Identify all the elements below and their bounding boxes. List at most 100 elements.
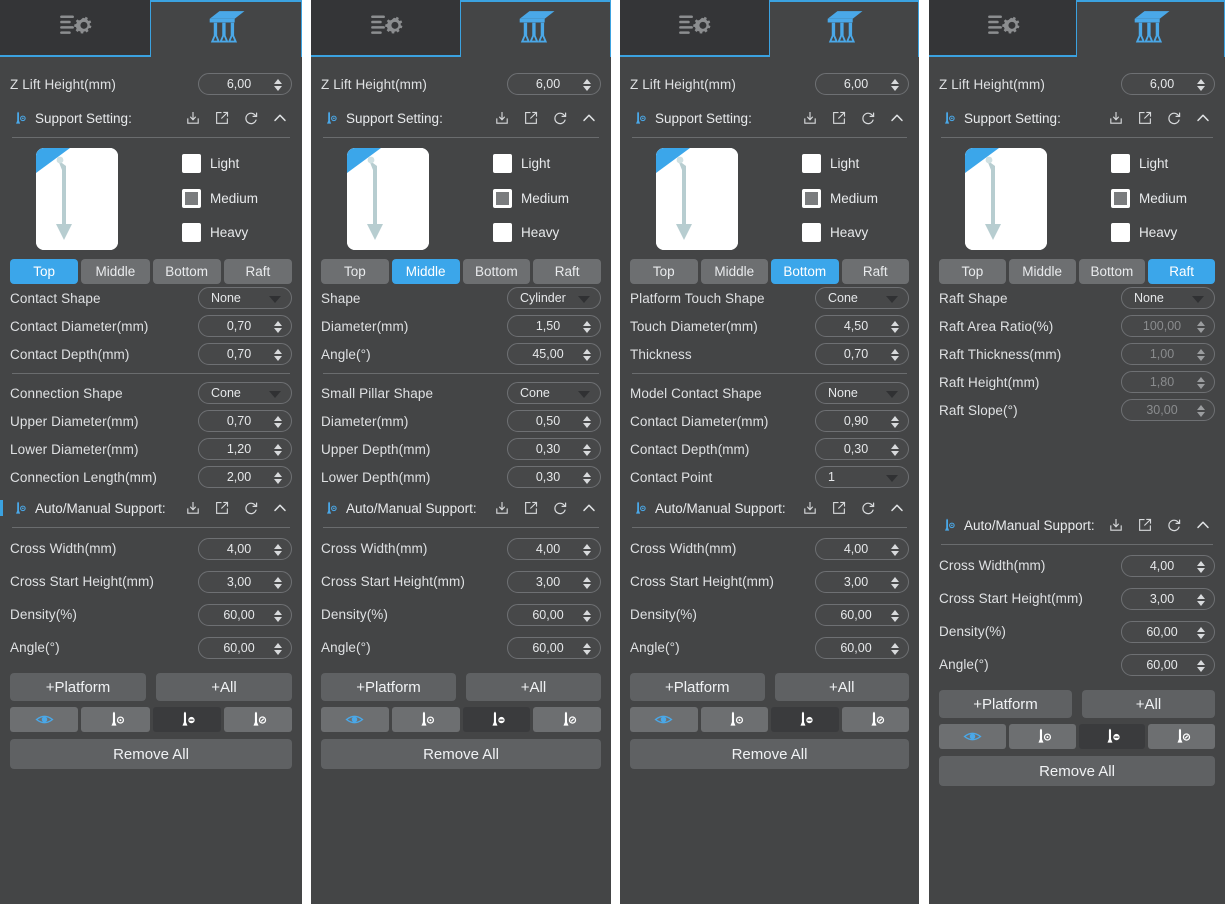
collapse-chevron-up-icon[interactable] (272, 500, 288, 516)
export-icon[interactable] (831, 500, 847, 516)
import-icon[interactable] (494, 500, 510, 516)
spinner-z-lift-height[interactable]: 6,00 (815, 73, 909, 95)
checkbox-light[interactable]: Light (802, 154, 878, 173)
spinner-arrows[interactable] (583, 76, 592, 94)
show-supports-eye-icon[interactable] (630, 707, 698, 732)
spinner-arrows[interactable] (583, 607, 592, 625)
reset-icon[interactable] (552, 110, 568, 126)
collapse-chevron-up-icon[interactable] (581, 500, 597, 516)
add-support-icon[interactable] (391, 707, 460, 732)
checkbox-box[interactable] (802, 188, 821, 208)
tab-middle[interactable]: Middle (700, 259, 768, 284)
tab-raft[interactable]: Raft (841, 259, 909, 284)
collapse-chevron-up-icon[interactable] (1195, 110, 1211, 126)
spinner-arrows[interactable] (583, 640, 592, 658)
tab-raft[interactable]: Raft (223, 259, 292, 284)
checkbox-box[interactable] (182, 188, 201, 208)
spinner-arrows[interactable] (274, 441, 283, 459)
import-icon[interactable] (185, 110, 201, 126)
spinner-upper-diameter-mm[interactable]: 0,70 (198, 410, 292, 432)
reset-icon[interactable] (860, 500, 876, 516)
edit-support-icon[interactable] (1148, 724, 1215, 749)
collapse-chevron-up-icon[interactable] (1195, 517, 1211, 533)
add-support-icon[interactable] (700, 707, 768, 732)
support-settings-tab[interactable] (768, 0, 919, 57)
collapse-chevron-up-icon[interactable] (889, 110, 905, 126)
spinner-arrows[interactable] (891, 413, 900, 431)
spinner-arrows[interactable] (583, 441, 592, 459)
spinner-cross-start-height-mm[interactable]: 3,00 (507, 570, 601, 593)
tab-top[interactable]: Top (939, 259, 1006, 284)
spinner-arrows[interactable] (891, 607, 900, 625)
tab-raft[interactable]: Raft (1148, 259, 1215, 284)
checkbox-light[interactable]: Light (493, 154, 569, 173)
spinner-arrows[interactable] (583, 574, 592, 592)
spinner-contact-depth-mm[interactable]: 0,30 (815, 438, 909, 460)
combo-contact-shape[interactable]: None (198, 287, 292, 309)
delete-support-icon[interactable] (462, 707, 531, 732)
spinner-arrows[interactable] (1197, 591, 1206, 609)
checkbox-box[interactable] (182, 223, 201, 242)
tab-bottom[interactable]: Bottom (462, 259, 531, 284)
spinner-z-lift-height[interactable]: 6,00 (507, 73, 601, 95)
spinner-cross-width-mm[interactable]: 4,00 (198, 537, 292, 560)
tab-top[interactable]: Top (10, 259, 79, 284)
add-platform-button[interactable]: +Platform (10, 673, 146, 701)
import-icon[interactable] (1108, 517, 1124, 533)
import-icon[interactable] (1108, 110, 1124, 126)
show-supports-eye-icon[interactable] (939, 724, 1006, 749)
tab-raft[interactable]: Raft (533, 259, 601, 284)
checkbox-box[interactable] (493, 154, 512, 173)
spinner-contact-depth-mm[interactable]: 0,70 (198, 343, 292, 365)
tab-bottom[interactable]: Bottom (152, 259, 221, 284)
spinner-cross-start-height-mm[interactable]: 3,00 (1121, 587, 1215, 610)
spinner-arrows[interactable] (274, 76, 283, 94)
add-all-button[interactable]: +All (466, 673, 601, 701)
tab-middle[interactable]: Middle (1008, 259, 1076, 284)
print-settings-tab[interactable] (620, 0, 769, 57)
spinner-arrows[interactable] (274, 607, 283, 625)
spinner-arrows[interactable] (891, 574, 900, 592)
checkbox-box[interactable] (802, 223, 821, 242)
spinner-angle[interactable]: 45,00 (507, 343, 601, 365)
checkbox-box[interactable] (493, 188, 512, 208)
spinner-arrows[interactable] (274, 640, 283, 658)
checkbox-medium[interactable]: Medium (802, 188, 878, 208)
spinner-thickness[interactable]: 0,70 (815, 343, 909, 365)
spinner-arrows[interactable] (891, 640, 900, 658)
spinner-arrows[interactable] (274, 346, 283, 364)
spinner-arrows[interactable] (583, 541, 592, 559)
spinner-arrows[interactable] (1197, 558, 1206, 576)
support-settings-tab[interactable] (460, 0, 611, 57)
export-icon[interactable] (1137, 517, 1153, 533)
combo-platform-touch-shape[interactable]: Cone (815, 287, 909, 309)
combo-connection-shape[interactable]: Cone (198, 382, 292, 404)
spinner-arrows[interactable] (891, 346, 900, 364)
remove-all-button[interactable]: Remove All (10, 739, 292, 769)
spinner-cross-start-height-mm[interactable]: 3,00 (815, 570, 909, 593)
export-icon[interactable] (523, 500, 539, 516)
spinner-cross-width-mm[interactable]: 4,00 (815, 537, 909, 560)
spinner-diameter-mm[interactable]: 0,50 (507, 410, 601, 432)
spinner-arrows[interactable] (891, 541, 900, 559)
checkbox-box[interactable] (1111, 154, 1130, 173)
spinner-contact-diameter-mm[interactable]: 0,70 (198, 315, 292, 337)
reset-icon[interactable] (243, 110, 259, 126)
combo-raft-shape[interactable]: None (1121, 287, 1215, 309)
spinner-arrows[interactable] (1197, 76, 1206, 94)
remove-all-button[interactable]: Remove All (321, 739, 601, 769)
spinner-arrows[interactable] (891, 76, 900, 94)
import-icon[interactable] (185, 500, 201, 516)
export-icon[interactable] (214, 500, 230, 516)
reset-icon[interactable] (243, 500, 259, 516)
tab-top[interactable]: Top (630, 259, 698, 284)
collapse-chevron-up-icon[interactable] (581, 110, 597, 126)
add-all-button[interactable]: +All (1082, 690, 1215, 718)
tab-middle[interactable]: Middle (391, 259, 460, 284)
checkbox-medium[interactable]: Medium (182, 188, 258, 208)
checkbox-box[interactable] (1111, 223, 1130, 242)
print-settings-tab[interactable] (311, 0, 460, 57)
spinner-arrows[interactable] (274, 574, 283, 592)
spinner-density[interactable]: 60,00 (198, 603, 292, 626)
reset-icon[interactable] (1166, 110, 1182, 126)
